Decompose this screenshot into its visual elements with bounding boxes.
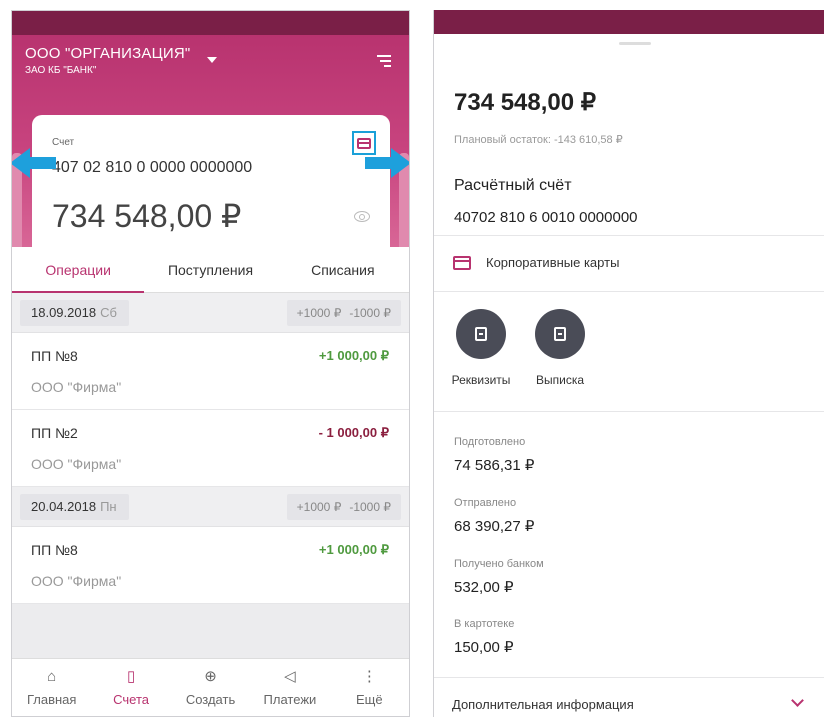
date-group-header: 18.09.2018 Сб +1000 ₽ -1000 ₽ [12,293,409,333]
tab-incoming[interactable]: Поступления [144,247,276,292]
operation-title: ПП №2 [31,425,78,441]
stat-label: Подготовлено [454,436,526,448]
operations-tabs: Операции Поступления Списания [12,247,409,293]
operation-amount: - 1 000,00 ₽ [318,425,389,440]
date-chip: 20.04.2018 Пн [20,494,129,520]
nav-more[interactable]: ⋮ Ещё [330,659,409,716]
bank-name: ЗАО КБ "БАНК" [25,65,97,76]
operation-amount: +1 000,00 ₽ [318,542,389,557]
divider [434,411,824,412]
operation-counterparty: ООО "Фирма" [31,379,122,395]
operation-counterparty: ООО "Фирма" [31,573,122,589]
stat-label: В картотеке [454,618,515,630]
stat-value: 150,00 ₽ [454,639,514,656]
account-number: 40702 810 6 0010 0000000 [454,209,638,226]
nav-create[interactable]: ⊕ Создать [171,659,250,716]
requisites-button[interactable]: Реквизиты [451,309,511,387]
weekday: Пн [100,499,117,514]
document-icon: ▯ [126,668,136,685]
more-vertical-icon: ⋮ [361,668,377,685]
organization-name[interactable]: ООО "ОРГАНИЗАЦИЯ" [25,45,190,62]
weekday: Сб [100,305,117,320]
filter-icon[interactable] [377,55,391,70]
stat-card-file: В картотеке 150,00 ₽ [454,618,514,656]
day-expense: -1000 ₽ [349,500,391,514]
list-item[interactable]: ПП №2 ООО "Фирма" - 1 000,00 ₽ [12,410,409,487]
account-type: Расчётный счёт [454,177,572,194]
tab-outgoing[interactable]: Списания [277,247,409,292]
nav-label: Главная [26,692,77,707]
nav-home[interactable]: ⌂ Главная [12,659,91,716]
status-bar [12,11,409,35]
divider [434,291,824,292]
stat-value: 532,00 ₽ [454,579,514,596]
swipe-left-arrow-icon [12,148,56,178]
chevron-down-icon [791,694,804,707]
nav-label: Счета [113,692,150,707]
stat-label: Получено банком [454,558,544,570]
statement-button[interactable]: Выписка [530,309,590,387]
account-header: ООО "ОРГАНИЗАЦИЯ" ЗАО КБ "БАНК" Счет 407… [12,35,409,273]
export-document-icon [535,309,585,359]
statement-label: Выписка [535,373,585,387]
account-details-sheet: 734 548,00 ₽ Плановый остаток: -143 610,… [434,34,824,717]
operation-title: ПП №8 [31,348,78,364]
more-info-label: Дополнительная информация [452,697,634,712]
nav-payments[interactable]: ◁ Платежи [250,659,329,716]
sheet-handle[interactable] [619,42,651,45]
day-income: +1000 ₽ [296,306,342,320]
home-icon: ⌂ [47,668,57,685]
operations-list: 18.09.2018 Сб +1000 ₽ -1000 ₽ ПП №8 ООО "Ф… [12,293,409,604]
operation-amount: +1 000,00 ₽ [318,348,389,363]
corporate-cards-label: Корпоративные карты [486,255,620,270]
bottom-navigation: ⌂ Главная ▯ Счета ⊕ Создать ◁ Платежи ⋮ … [12,658,409,716]
nav-label: Платежи [263,692,317,707]
swipe-right-arrow-icon [365,148,409,178]
status-bar [434,10,824,34]
nav-label: Ещё [356,692,383,707]
operation-title: ПП №8 [31,542,78,558]
stat-value: 68 390,27 ₽ [454,518,535,535]
plus-circle-icon: ⊕ [204,668,217,685]
stat-sent: Отправлено 68 390,27 ₽ [454,497,534,535]
date: 20.04.2018 [31,499,97,514]
stat-prepared: Подготовлено 74 586,31 ₽ [454,436,534,474]
more-info-row[interactable]: Дополнительная информация [434,684,824,717]
tab-operations[interactable]: Операции [12,247,145,293]
day-totals: +1000 ₽ -1000 ₽ [286,494,401,520]
credit-card-icon [453,256,471,270]
account-balance: 734 548,00 ₽ [52,198,242,234]
operation-counterparty: ООО "Фирма" [31,456,122,472]
stat-label: Отправлено [454,497,517,509]
send-icon: ◁ [284,668,296,685]
requisites-label: Реквизиты [451,373,511,387]
stat-value: 74 586,31 ₽ [454,457,535,474]
day-totals: +1000 ₽ -1000 ₽ [286,300,401,326]
planned-balance: Плановый остаток: -143 610,58 ₽ [454,134,623,146]
chevron-down-icon[interactable] [207,57,217,63]
accounts-screen: ООО "ОРГАНИЗАЦИЯ" ЗАО КБ "БАНК" Счет 407… [11,10,410,717]
nav-accounts[interactable]: ▯ Счета [91,659,170,716]
list-item[interactable]: ПП №8 ООО "Фирма" +1 000,00 ₽ [12,527,409,604]
account-label: Счет [52,137,75,148]
document-icon [456,309,506,359]
day-expense: -1000 ₽ [349,306,391,320]
list-item[interactable]: ПП №8 ООО "Фирма" +1 000,00 ₽ [12,333,409,410]
eye-icon[interactable] [354,211,370,222]
date-group-header: 20.04.2018 Пн +1000 ₽ -1000 ₽ [12,487,409,527]
divider [434,677,824,678]
account-details-screen: 734 548,00 ₽ Плановый остаток: -143 610,… [433,10,824,717]
account-number: 407 02 810 0 0000 0000000 [52,159,253,176]
day-income: +1000 ₽ [296,500,342,514]
nav-label: Создать [185,692,236,707]
stat-received: Получено банком 532,00 ₽ [454,558,544,596]
account-balance: 734 548,00 ₽ [454,89,597,116]
date: 18.09.2018 [31,305,97,320]
date-chip: 18.09.2018 Сб [20,300,129,326]
corporate-cards-row[interactable]: Корпоративные карты [434,236,824,291]
